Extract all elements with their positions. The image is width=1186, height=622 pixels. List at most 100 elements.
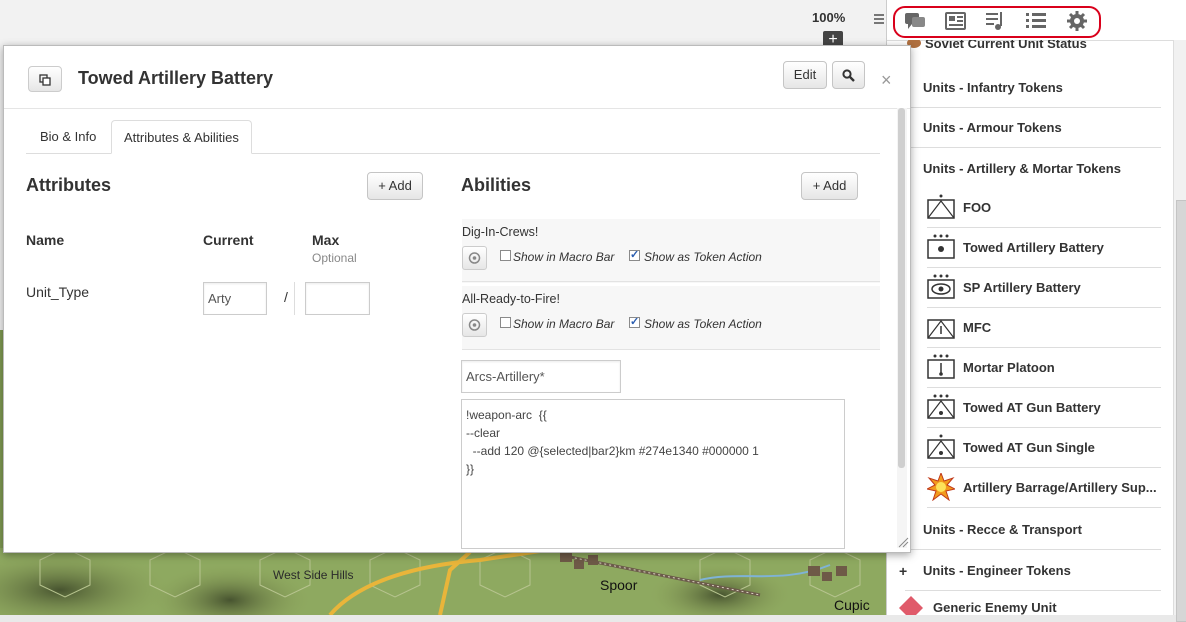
ability-settings-button[interactable] [462, 246, 487, 270]
scrollbar-thumb[interactable] [1176, 200, 1186, 622]
divider [462, 349, 880, 350]
folder-label: Units - Artillery & Mortar Tokens [923, 161, 1121, 176]
journal-item-mfc[interactable]: MFC [927, 308, 1161, 348]
journal-item-label: Mortar Platoon [963, 360, 1055, 375]
journal-item-label: Artillery Barrage/Artillery Sup... [963, 480, 1157, 495]
mfc-unit-icon [927, 319, 955, 339]
sidebar-tab-bar [887, 0, 1186, 41]
journal-item-label: Towed AT Gun Single [963, 440, 1095, 455]
journal-item-label: Towed AT Gun Battery [963, 400, 1101, 415]
search-icon [842, 69, 855, 82]
towed-at-gun-single-icon [927, 434, 955, 459]
journal-item-label: SP Artillery Battery [963, 280, 1081, 295]
folder-recce-transport[interactable]: + Units - Recce & Transport [899, 510, 1161, 550]
folder-armour-tokens[interactable]: + Units - Armour Tokens [899, 108, 1161, 148]
folder-label: Units - Engineer Tokens [923, 563, 1071, 578]
ability-row: All-Ready-to-Fire! Show in Macro Bar Sho… [462, 286, 880, 350]
mortar-platoon-icon [927, 354, 955, 379]
sp-artillery-icon [927, 274, 955, 299]
popout-button[interactable] [28, 66, 62, 92]
show-in-macro-bar-checkbox[interactable] [500, 250, 511, 261]
journal-item-generic-enemy-unit[interactable]: Generic Enemy Unit [899, 594, 1169, 615]
annotation-highlight [893, 6, 1101, 38]
map-label: Cupic [834, 597, 870, 613]
journal-item-sp-artillery-battery[interactable]: SP Artillery Battery [927, 268, 1161, 308]
tab-attributes-abilities[interactable]: Attributes & Abilities [111, 120, 252, 154]
map-label: Spoor [600, 577, 638, 593]
show-in-macro-bar-checkbox[interactable] [500, 317, 511, 328]
folder-expander[interactable]: + [899, 551, 907, 591]
divider [462, 281, 880, 282]
folder-engineer-tokens[interactable]: + Units - Engineer Tokens [899, 551, 1161, 591]
attribute-separator: / [284, 289, 288, 305]
sidebar-scrollbar[interactable] [1173, 40, 1186, 622]
attribute-max-field[interactable] [305, 282, 370, 315]
ability-macro-textarea[interactable]: !weapon-arc {{ --clear --add 120 @{selec… [461, 399, 845, 549]
divider [4, 108, 910, 109]
journal-item-partial[interactable]: Soviet Current Unit Status [907, 40, 1087, 51]
explosion-icon [927, 473, 955, 501]
column-header-current: Current [203, 232, 254, 248]
towed-at-gun-battery-icon [927, 394, 955, 419]
dialog-title: Towed Artillery Battery [78, 68, 274, 88]
show-as-token-action-label: Show as Token Action [644, 317, 762, 331]
attributes-heading: Attributes [26, 175, 111, 195]
gear-icon [468, 319, 481, 331]
show-as-token-action-checkbox[interactable] [629, 315, 640, 328]
close-button[interactable]: × [881, 70, 892, 91]
folder-label: Units - Recce & Transport [923, 522, 1082, 537]
map-label: West Side Hills [273, 568, 354, 582]
character-sheet-dialog: Towed Artillery Battery Edit × Bio & Inf… [3, 45, 911, 553]
folder-label: Units - Infantry Tokens [923, 80, 1063, 95]
add-attribute-button[interactable]: + Add [367, 172, 423, 200]
folder-artillery-mortar-tokens[interactable]: - Units - Artillery & Mortar Tokens [899, 149, 1161, 189]
right-sidebar: Soviet Current Unit Status + Units - Inf… [886, 0, 1186, 622]
ability-name[interactable]: All-Ready-to-Fire! [462, 292, 560, 306]
journal-item-artillery-barrage[interactable]: Artillery Barrage/Artillery Sup... [927, 468, 1161, 508]
resize-handle-icon[interactable] [897, 536, 909, 548]
show-as-token-action-label: Show as Token Action [644, 250, 762, 264]
macro-line: --add 120 @{selected|bar2}km #274e1340 #… [466, 444, 759, 458]
journal-item-label: Soviet Current Unit Status [925, 40, 1087, 51]
edit-button[interactable]: Edit [783, 61, 827, 89]
abilities-heading: Abilities [461, 175, 532, 195]
divider [294, 282, 295, 315]
show-as-token-action-checkbox[interactable] [629, 248, 640, 261]
search-button[interactable] [832, 61, 865, 89]
journal-list: Soviet Current Unit Status + Units - Inf… [887, 40, 1173, 615]
folder-infantry-tokens[interactable]: + Units - Infantry Tokens [899, 68, 1161, 108]
ability-settings-button[interactable] [462, 313, 487, 337]
sidebar-toggle-icon[interactable] [874, 12, 884, 26]
show-in-macro-bar-label: Show in Macro Bar [513, 317, 615, 331]
gear-icon [468, 252, 481, 264]
macro-line: --clear [466, 426, 501, 440]
macro-line: !weapon-arc {{ [466, 408, 547, 422]
ability-name-field[interactable] [461, 360, 621, 393]
macro-line: }} [466, 462, 475, 476]
add-ability-button[interactable]: + Add [801, 172, 858, 200]
column-header-max: Max [312, 232, 340, 248]
max-optional-hint: Optional [312, 251, 357, 265]
popout-icon [39, 74, 51, 86]
journal-item-foo[interactable]: FOO [927, 188, 1161, 228]
column-header-name: Name [26, 232, 65, 248]
attribute-current-field[interactable] [203, 282, 267, 315]
journal-item-towed-at-gun-single[interactable]: Towed AT Gun Single [927, 428, 1161, 468]
attribute-name[interactable]: Unit_Type [26, 284, 89, 300]
show-in-macro-bar-label: Show in Macro Bar [513, 250, 615, 264]
journal-item-towed-artillery-battery[interactable]: Towed Artillery Battery [927, 228, 1161, 268]
foo-unit-icon [927, 194, 955, 219]
tab-bio-info[interactable]: Bio & Info [28, 120, 108, 154]
journal-item-label: FOO [963, 200, 992, 215]
ability-row: Dig-In-Crews! Show in Macro Bar Show as … [462, 219, 880, 283]
zoom-level: 100% [812, 10, 846, 25]
towed-artillery-icon [927, 234, 955, 259]
journal-item-towed-at-gun-battery[interactable]: Towed AT Gun Battery [927, 388, 1161, 428]
folder-label: Units - Armour Tokens [923, 120, 1062, 135]
journal-item-label: MFC [963, 320, 992, 335]
journal-item-label: Generic Enemy Unit [933, 600, 1057, 615]
dialog-scrollbar[interactable] [897, 108, 907, 548]
journal-item-mortar-platoon[interactable]: Mortar Platoon [927, 348, 1161, 388]
ability-name[interactable]: Dig-In-Crews! [462, 225, 538, 239]
scrollbar-thumb[interactable] [898, 108, 905, 468]
